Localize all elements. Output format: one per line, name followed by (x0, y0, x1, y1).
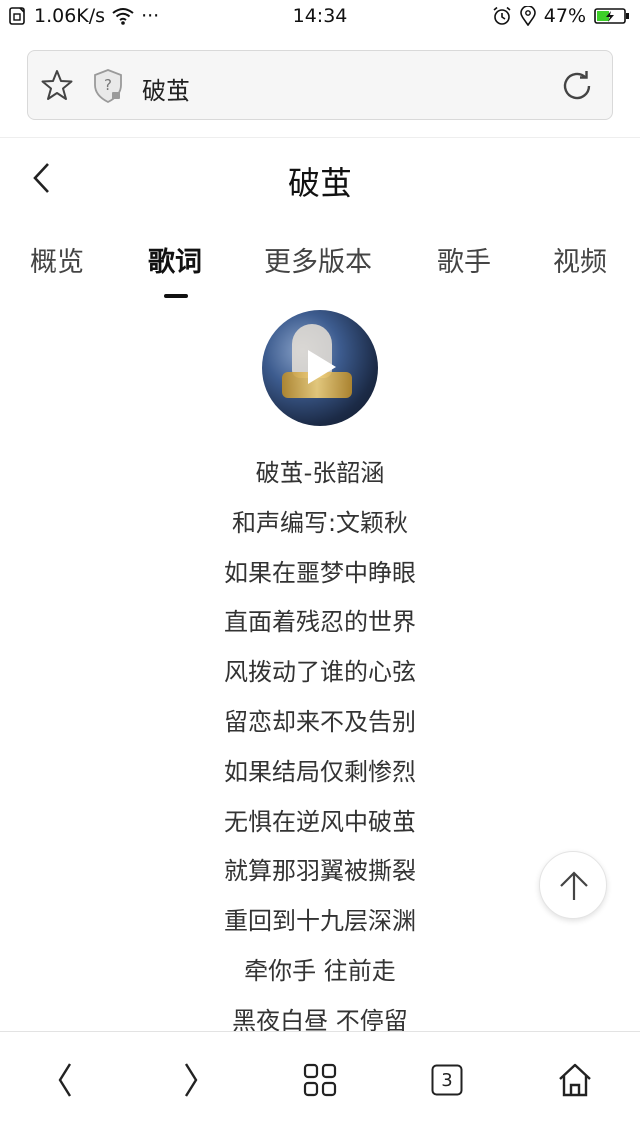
alarm-icon (492, 6, 512, 26)
page-title: 破茧 (287, 164, 352, 202)
grid-menu-icon (303, 1063, 353, 1097)
lyric-line: 如果在噩梦中睁眼 (224, 558, 416, 587)
home-icon (557, 1062, 607, 1098)
forward-button[interactable] (176, 1060, 226, 1110)
back-button[interactable] (50, 1060, 100, 1110)
lyric-line: 如果结局仅剩惨烈 (224, 757, 416, 786)
scroll-to-top-button[interactable] (539, 851, 607, 919)
page-header: 破茧 (0, 138, 640, 220)
tab-lyrics[interactable]: 歌词 (148, 240, 202, 279)
refresh-icon[interactable] (560, 69, 594, 107)
status-bar: 1.06K/s ··· 14:34 47% (0, 0, 640, 34)
lyric-line: 重回到十九层深渊 (224, 907, 416, 936)
address-bar[interactable]: ? 破茧 (27, 50, 613, 120)
lyric-line: 和声编写:文颖秋 (231, 508, 409, 537)
album-cover-play-button[interactable] (262, 310, 378, 426)
bottom-nav: 3 (0, 1031, 640, 1138)
tabs-icon: 3 (431, 1064, 463, 1096)
lyric-line: 黑夜白昼 不停留 (232, 1006, 408, 1031)
home-button[interactable] (557, 1060, 607, 1110)
lyrics-list: 破茧-张韶涵 和声编写:文颖秋 如果在噩梦中睁眼 直面着残忍的世界 风拨动了谁的… (0, 453, 640, 1031)
menu-button[interactable] (303, 1060, 353, 1110)
shield-question-icon[interactable]: ? (92, 68, 124, 108)
tab-bar: 概览 歌词 更多版本 歌手 视频 (0, 220, 640, 298)
tabs-button[interactable]: 3 (431, 1060, 481, 1110)
lyric-line: 无惧在逆风中破茧 (224, 807, 416, 836)
url-text[interactable]: 破茧 (142, 71, 190, 106)
play-icon[interactable] (304, 348, 338, 390)
lyrics-content: 破茧-张韶涵 和声编写:文颖秋 如果在噩梦中睁眼 直面着残忍的世界 风拨动了谁的… (0, 298, 640, 1031)
lyric-line: 留恋却来不及告别 (224, 707, 416, 736)
star-icon[interactable] (40, 68, 74, 106)
lyric-line: 直面着残忍的世界 (224, 608, 416, 637)
lyric-line: 破茧-张韶涵 (255, 459, 385, 487)
lyric-line: 风拨动了谁的心弦 (224, 658, 416, 687)
battery-charging-icon (594, 6, 630, 26)
back-arrow-icon (50, 1060, 100, 1100)
tab-more-versions[interactable]: 更多版本 (264, 240, 372, 279)
address-bar-container: ? 破茧 (0, 34, 640, 138)
status-right: 47% (492, 5, 630, 27)
tab-singer[interactable]: 歌手 (437, 240, 491, 279)
location-icon (519, 6, 536, 26)
lyric-line: 牵你手 往前走 (244, 956, 396, 985)
tab-overview[interactable]: 概览 (30, 240, 84, 279)
forward-arrow-icon (176, 1060, 226, 1100)
tab-count: 3 (441, 1069, 453, 1091)
tab-video[interactable]: 视频 (553, 240, 607, 279)
battery-percent: 47% (543, 5, 586, 27)
svg-text:?: ? (104, 76, 112, 94)
